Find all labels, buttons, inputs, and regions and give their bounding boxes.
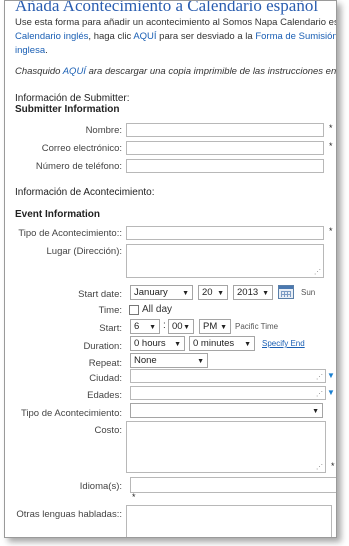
duration-minutes-select[interactable]: 0 minutes ▼ — [189, 336, 255, 351]
repeat-select[interactable]: None ▼ — [130, 353, 208, 368]
event-heading-es: Información de Acontecimiento: — [15, 187, 155, 198]
ages-label: Edades: — [87, 390, 122, 401]
minute-select[interactable]: 00 ▼ — [168, 319, 194, 334]
form-page: Añada Acontecimiento a Calendario españo… — [4, 0, 337, 538]
place-label: Lugar (Dirección): — [46, 246, 123, 257]
year-select[interactable]: 2013 ▼ — [233, 285, 273, 300]
all-day-label: All day — [142, 304, 173, 315]
event-type-input[interactable] — [126, 226, 324, 240]
repeat-label: Repeat: — [88, 358, 122, 369]
other-languages-textarea[interactable] — [126, 505, 332, 537]
start-date-label: Start date: — [78, 289, 122, 300]
english-form-link[interactable]: inglesa — [15, 45, 45, 56]
resize-grip-icon[interactable]: ⋰ — [316, 374, 323, 381]
dropdown-arrow-icon: ▼ — [149, 324, 156, 331]
repeat-value: None — [134, 355, 157, 366]
city-expand-arrow-icon[interactable]: ▼ — [327, 371, 335, 380]
other-languages-label: Otras lenguas habladas:: — [16, 509, 122, 520]
cost-label: Costo: — [94, 425, 122, 436]
page-title: Añada Acontecimiento a Calendario españo… — [15, 0, 319, 15]
day-select[interactable]: 20 ▼ — [198, 285, 228, 300]
phone-label: Número de teléfono: — [35, 161, 122, 172]
dropdown-arrow-icon: ▼ — [312, 408, 319, 415]
day-value: 20 — [202, 287, 213, 298]
duration-minutes-value: 0 minutes — [193, 338, 235, 349]
time-colon: : — [163, 320, 166, 331]
ampm-select[interactable]: PM ▼ — [199, 319, 231, 334]
place-textarea[interactable]: ⋰ — [126, 244, 324, 278]
calendar-icon[interactable] — [278, 285, 294, 299]
cost-textarea[interactable]: ⋰ — [126, 421, 326, 473]
english-calendar-link[interactable]: Calendario inglés — [15, 31, 88, 42]
email-input[interactable] — [126, 141, 324, 155]
intro-line-3: inglesa. — [15, 45, 48, 56]
submitter-heading-en: Submitter Information — [15, 104, 120, 115]
resize-grip-icon[interactable]: ⋰ — [316, 464, 323, 471]
dropdown-arrow-icon: ▼ — [217, 290, 224, 297]
email-label: Correo electrónico: — [41, 143, 122, 154]
dropdown-arrow-icon: ▼ — [197, 358, 204, 365]
required-mark: * — [329, 141, 333, 151]
event-type-select[interactable]: ▼ — [130, 403, 323, 418]
aqui-link[interactable]: AQUÍ — [133, 31, 156, 42]
timezone-text: Pacific Time — [235, 322, 279, 331]
all-day-checkbox[interactable] — [129, 305, 139, 315]
required-mark: * — [331, 461, 335, 471]
dropdown-arrow-icon: ▼ — [244, 341, 251, 348]
intro-period: . — [45, 45, 48, 56]
ages-expand-arrow-icon[interactable]: ▼ — [327, 388, 335, 397]
minute-value: 00 — [172, 321, 183, 332]
dropdown-arrow-icon: ▼ — [183, 324, 190, 331]
start-time-label: Start: — [99, 323, 122, 334]
language-input[interactable] — [130, 477, 336, 493]
intro-text-mid2: para ser desviado a la — [156, 31, 256, 42]
required-mark: * — [329, 123, 333, 133]
duration-hours-value: 0 hours — [134, 338, 166, 349]
dropdown-arrow-icon: ▼ — [262, 290, 269, 297]
specify-end-link[interactable]: Specify End — [262, 339, 305, 348]
language-label: Idioma(s): — [79, 481, 122, 492]
month-select[interactable]: January ▼ — [130, 285, 193, 300]
name-label: Nombre: — [85, 125, 122, 136]
ages-input[interactable]: ⋰ — [130, 386, 326, 400]
required-mark: * — [132, 492, 136, 502]
hour-value: 6 — [134, 321, 140, 332]
city-input[interactable]: ⋰ — [130, 369, 326, 383]
weekday-text: Sun — [301, 288, 316, 297]
dropdown-arrow-icon: ▼ — [182, 290, 189, 297]
time-label: Time: — [98, 305, 122, 316]
ampm-value: PM — [203, 321, 218, 332]
dropdown-arrow-icon: ▼ — [174, 341, 181, 348]
month-value: January — [134, 287, 168, 298]
required-mark: * — [329, 226, 333, 236]
phone-input[interactable] — [126, 159, 324, 173]
resize-grip-icon[interactable]: ⋰ — [314, 269, 321, 276]
english-submission-form-link[interactable]: Forma de Sumisión de Aconte — [255, 31, 336, 42]
name-input[interactable] — [126, 123, 324, 137]
print-aqui-link[interactable]: AQUÍ — [63, 66, 86, 77]
intro-line-2: Calendario inglés, haga clic AQUÍ para s… — [15, 31, 336, 42]
submitter-heading-es: Información de Submitter: — [15, 93, 130, 104]
duration-hours-select[interactable]: 0 hours ▼ — [130, 336, 185, 351]
event-type-label: Tipo de Acontecimiento:: — [18, 228, 122, 239]
print-post: ara descargar una copia imprimible de la… — [88, 66, 337, 77]
intro-text-mid: , haga clic — [88, 31, 134, 42]
duration-label: Duration: — [83, 341, 122, 352]
city-label: Ciudad: — [89, 373, 122, 384]
event-type-select-label: Tipo de Acontecimiento: — [20, 408, 122, 419]
print-instructions: Chasquido AQUÍ ara descargar una copia i… — [15, 66, 337, 77]
dropdown-arrow-icon: ▼ — [220, 324, 227, 331]
year-value: 2013 — [237, 287, 259, 298]
hour-select[interactable]: 6 ▼ — [130, 319, 160, 334]
resize-grip-icon[interactable]: ⋰ — [316, 391, 323, 398]
print-pre: Chasquido — [15, 66, 63, 77]
intro-line-1: Use esta forma para añadir un acontecimi… — [15, 17, 336, 28]
event-heading-en: Event Information — [15, 209, 101, 220]
